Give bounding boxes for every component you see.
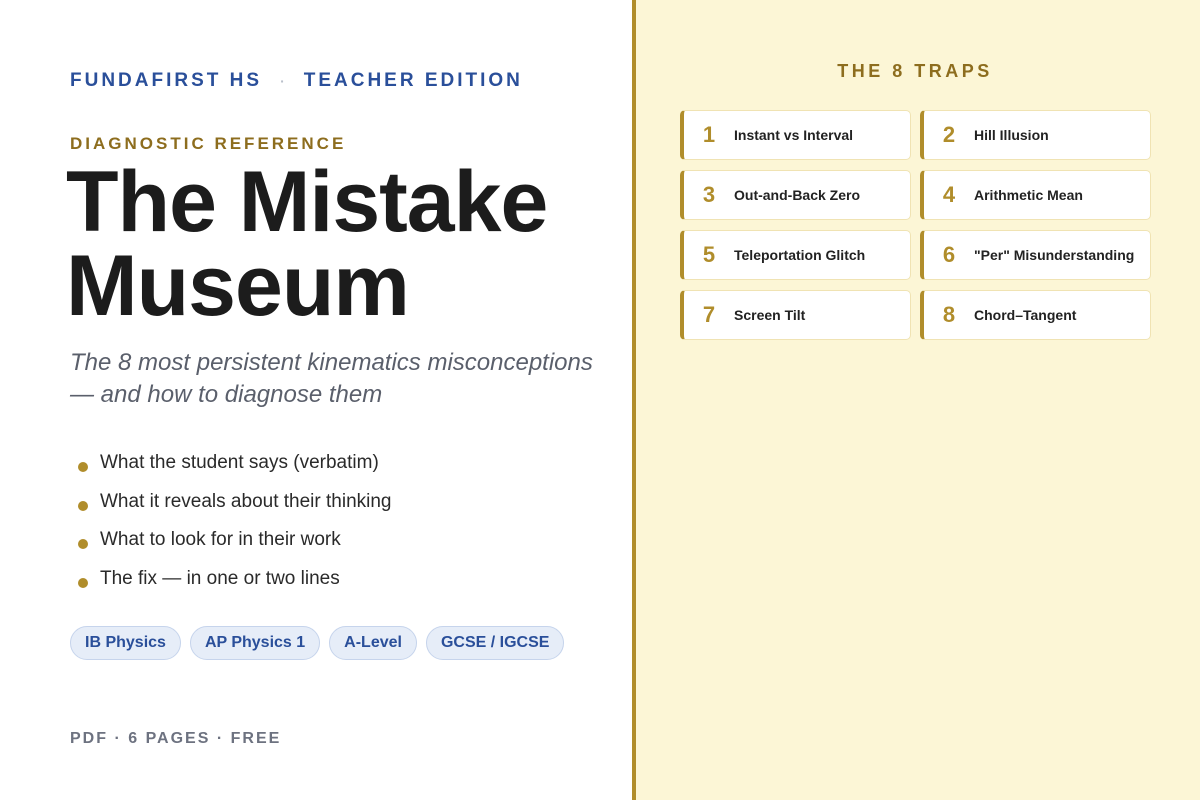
trap-label: Chord–Tangent <box>974 307 1077 323</box>
list-item: What to look for in their work <box>78 521 392 560</box>
trap-number: 4 <box>942 182 956 207</box>
brand-name: FUNDAFIRST HS <box>70 70 263 91</box>
brand-separator: · <box>280 73 288 89</box>
list-item-text: What to look for in their work <box>100 529 341 551</box>
bullet-dot-icon <box>78 577 88 588</box>
trap-label: Teleportation Glitch <box>734 247 866 263</box>
list-item: What the student says (verbatim) <box>78 444 392 483</box>
cover-panel: FUNDAFIRST HS · TEACHER EDITION DIAGNOST… <box>0 0 632 800</box>
tag-ap-physics-1: AP Physics 1 <box>189 626 321 660</box>
subtitle: The 8 most persistent kinematics misconc… <box>70 349 593 408</box>
list-item: What it reveals about their thinking <box>78 483 392 522</box>
list-item-text: What the student says (verbatim) <box>100 452 379 474</box>
bullet-dot-icon <box>78 539 88 550</box>
list-item: The fix — in one or two lines <box>78 560 392 599</box>
trap-label: Screen Tilt <box>734 307 806 323</box>
eyebrow-label: DIAGNOSTIC REFERENCE <box>70 134 347 153</box>
format-footer: PDF · 6 PAGES · FREE <box>70 730 282 747</box>
trap-card: 4 Arithmetic Mean <box>920 170 1151 220</box>
list-item-text: The fix — in one or two lines <box>100 567 340 589</box>
trap-card: 5 Teleportation Glitch <box>680 230 911 280</box>
trap-label: Arithmetic Mean <box>974 187 1083 203</box>
bullet-dot-icon <box>78 500 88 511</box>
trap-label: Instant vs Interval <box>734 127 854 143</box>
trap-card: 6 "Per" Misunderstanding <box>920 230 1151 280</box>
trap-card: 1 Instant vs Interval <box>680 110 911 160</box>
bullet-dot-icon <box>78 462 88 473</box>
trap-number: 2 <box>942 122 956 147</box>
trap-number: 7 <box>702 302 716 327</box>
tag-a-level: A-Level <box>329 626 417 660</box>
traps-grid: 1 Instant vs Interval 2 Hill Illusion 3 … <box>680 110 1152 340</box>
traps-panel: THE 8 TRAPS 1 Instant vs Interval 2 Hill… <box>636 0 1200 800</box>
trap-card: 3 Out-and-Back Zero <box>680 170 911 220</box>
trap-number: 8 <box>942 302 956 327</box>
brand-row: FUNDAFIRST HS · TEACHER EDITION <box>70 70 523 92</box>
trap-number: 3 <box>702 182 716 207</box>
list-item-text: What it reveals about their thinking <box>100 490 392 512</box>
trap-label: Hill Illusion <box>974 127 1049 143</box>
trap-card: 7 Screen Tilt <box>680 290 911 340</box>
page-title: The Mistake Museum <box>66 154 548 334</box>
trap-number: 6 <box>942 242 956 267</box>
traps-heading: THE 8 TRAPS <box>837 61 993 81</box>
feature-list: What the student says (verbatim) What it… <box>78 444 392 598</box>
trap-label: Out-and-Back Zero <box>734 187 861 203</box>
trap-card: 8 Chord–Tangent <box>920 290 1151 340</box>
edition-label: TEACHER EDITION <box>303 70 523 91</box>
curriculum-tags: IB Physics AP Physics 1 A-Level GCSE / I… <box>70 626 565 660</box>
trap-number: 5 <box>702 242 716 267</box>
trap-card: 2 Hill Illusion <box>920 110 1151 160</box>
trap-label: "Per" Misunderstanding <box>974 247 1135 263</box>
tag-gcse-igcse: GCSE / IGCSE <box>425 626 565 660</box>
trap-number: 1 <box>702 122 716 147</box>
tag-ib-physics: IB Physics <box>70 626 181 660</box>
